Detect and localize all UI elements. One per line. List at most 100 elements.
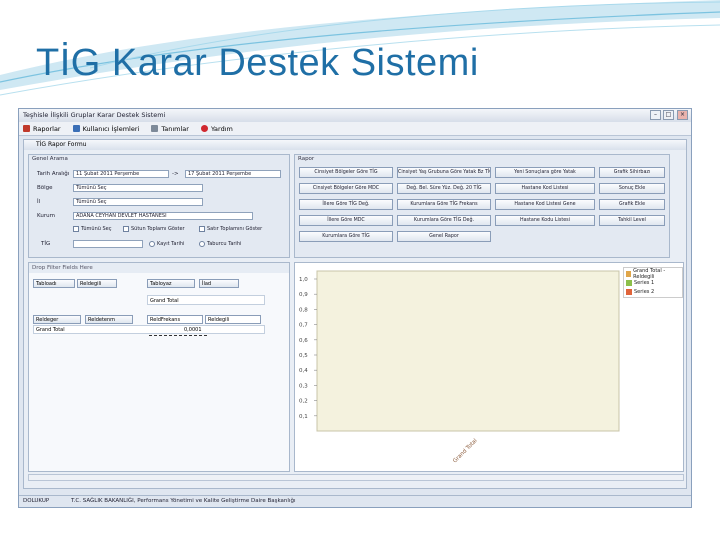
plot-area <box>316 270 620 432</box>
pivot-drop-header: Drop Filter Fields Here <box>29 263 289 273</box>
region-select[interactable]: Tümünü Seç <box>73 184 203 192</box>
report-button[interactable]: Grafik Ekle <box>599 199 665 210</box>
legend-swatch <box>626 270 632 277</box>
date-label: Tarih Aralığı <box>37 171 70 177</box>
window-title: Teşhisle İlişkili Gruplar Karar Destek S… <box>23 111 166 119</box>
legend-swatch <box>626 279 632 286</box>
tig-field[interactable] <box>73 240 143 248</box>
pivot-data-field[interactable]: Reldegili <box>205 315 261 324</box>
radio-icon <box>199 241 205 247</box>
pivot-column-field[interactable]: Tabloyaz <box>147 279 195 288</box>
report-button[interactable]: Yeni Sonuçlara göre Yatak <box>495 167 595 178</box>
maximize-button[interactable]: □ <box>663 110 674 120</box>
date-from-field[interactable]: 11 Şubat 2011 Perşembe <box>73 170 169 178</box>
institution-select[interactable]: ADANA CEYHAN DEVLET HASTANESİ <box>73 212 253 220</box>
y-tick-label: 1,0 <box>299 277 308 283</box>
menu-label: Tanımlar <box>161 124 189 133</box>
users-icon <box>72 125 80 132</box>
y-tick-label: 0,8 <box>299 307 308 313</box>
pivot-row-label: Grand Total <box>36 327 65 333</box>
column-total-checkbox[interactable]: Sütun Toplamı Göster <box>123 226 185 232</box>
pivot-grand-total-row: Grand Total 0,0001 <box>33 325 265 334</box>
radio-admit-date[interactable]: Kayıt Tarihi <box>149 241 184 247</box>
checkbox-label: Tümünü Seç <box>81 226 112 232</box>
menu-label: Kullanıcı İşlemleri <box>82 124 140 133</box>
form-title: TİG Rapor Formu <box>24 140 686 150</box>
report-button[interactable]: Kurumlara Göre TİG <box>299 231 393 242</box>
report-button[interactable]: Hastane Kodu Listesi <box>495 215 595 226</box>
report-button[interactable]: Hastane Kod Listesi <box>495 183 595 194</box>
report-button[interactable]: Değ. Bel. Süre Yüz. Değ. 20 TİG <box>397 183 491 194</box>
legend-swatch <box>626 288 632 295</box>
report-button[interactable]: Kurumlara Göre TİG Değ. <box>397 215 491 226</box>
settings-icon <box>151 125 159 132</box>
report-button[interactable]: Tahkil Level <box>599 215 665 226</box>
checkbox-icon <box>73 226 79 232</box>
y-tick-label: 0,2 <box>299 399 308 405</box>
legend-label: Grand Total - Reldegili <box>633 267 666 280</box>
slide-title: TİG Karar Destek Sistemi <box>36 42 479 84</box>
checkbox-icon <box>199 226 205 232</box>
report-group-title: Rapor <box>298 156 315 162</box>
pivot-row-value: 0,0001 <box>184 327 202 333</box>
date-to-field[interactable]: 17 Şubat 2011 Perşembe <box>185 170 281 178</box>
report-button[interactable]: İllere Göre TİG Değ. <box>299 199 393 210</box>
report-button[interactable]: Grafik Sihirbazı <box>599 167 665 178</box>
radio-icon <box>149 241 155 247</box>
report-icon <box>23 125 30 132</box>
checkbox-icon <box>123 226 129 232</box>
form-title-text: TİG Rapor Formu <box>36 141 87 148</box>
tig-label: TİG <box>41 241 51 247</box>
pivot-row-field[interactable]: Reldeger <box>33 315 81 324</box>
filter-group-title: Genel Arama <box>32 156 68 162</box>
radio-label: Kayıt Tarihi <box>157 241 185 247</box>
pivot-filter-field[interactable]: Tabloadı <box>33 279 75 288</box>
checkbox-label: Satır Toplamını Göster <box>207 226 263 232</box>
menu-help[interactable]: Yardım <box>200 124 233 133</box>
menu-label: Yardım <box>210 124 233 133</box>
report-form: TİG Rapor Formu Genel Arama Tarih Aralığ… <box>23 139 687 489</box>
window-titlebar: Teşhisle İlişkili Gruplar Karar Destek S… <box>19 109 691 122</box>
y-tick-label: 0,5 <box>299 353 308 359</box>
city-select[interactable]: Tümünü Seç <box>73 198 203 206</box>
report-button[interactable]: Cinsiyet Bölgeler Göre TİG <box>299 167 393 178</box>
y-tick-label: 0,1 <box>299 414 308 420</box>
city-label: İl <box>37 199 41 205</box>
row-total-checkbox[interactable]: Satır Toplamını Göster <box>199 226 262 232</box>
report-button[interactable]: Sonuç Ekle <box>599 183 665 194</box>
report-button[interactable]: Hastane Kod Listesi Gene <box>495 199 595 210</box>
y-tick-label: 0,7 <box>299 323 308 329</box>
report-button[interactable]: Genel Rapor <box>397 231 491 242</box>
menu-reports[interactable]: Raporlar <box>23 125 61 133</box>
pivot-column-header: Grand Total <box>147 295 265 305</box>
report-button[interactable]: İllere Göre MDC <box>299 215 393 226</box>
legend-label: Series 1 <box>634 279 655 286</box>
y-tick-label: 0,4 <box>299 368 308 374</box>
app-window: Teşhisle İlişkili Gruplar Karar Destek S… <box>18 108 692 508</box>
radio-label: Taburcu Tarihi <box>207 241 242 247</box>
legend-label: Series 2 <box>634 288 655 295</box>
pivot-row-field[interactable]: Reldetenm <box>85 315 133 324</box>
filter-group: Genel Arama Tarih Aralığı 11 Şubat 2011 … <box>28 154 290 258</box>
minimize-button[interactable]: – <box>650 110 661 120</box>
legend-item: Series 2 <box>626 287 680 296</box>
cell-selection <box>149 335 207 336</box>
report-button[interactable]: Kurumlara Göre TİG Frekans <box>397 199 491 210</box>
region-label: Bölge <box>37 185 53 191</box>
horizontal-scrollbar[interactable] <box>28 474 684 481</box>
legend-item: Grand Total - Reldegili <box>626 267 680 280</box>
select-all-checkbox[interactable]: Tümünü Seç <box>73 226 112 232</box>
menu-user-ops[interactable]: Kullanıcı İşlemleri <box>72 124 140 133</box>
report-button[interactable]: Cinsiyet Bölgeler Göre MDC <box>299 183 393 194</box>
pivot-data-field[interactable]: ReldFrekans <box>147 315 203 324</box>
menu-label: Raporlar <box>33 124 61 133</box>
pivot-grid: Drop Filter Fields Here Tabloadı Reldegi… <box>28 262 290 472</box>
pivot-filter-field[interactable]: Reldegili <box>77 279 117 288</box>
institution-label: Kurum <box>37 213 55 219</box>
date-separator: -> <box>172 171 179 177</box>
report-button[interactable]: Cinsiyet Yaş Grubuna Göre Yatak Bz TİG <box>397 167 491 178</box>
menu-definitions[interactable]: Tanımlar <box>151 125 189 133</box>
close-button[interactable]: × <box>677 110 688 120</box>
pivot-column-field[interactable]: İlad <box>199 279 239 288</box>
radio-exit-date[interactable]: Taburcu Tarihi <box>199 241 241 247</box>
